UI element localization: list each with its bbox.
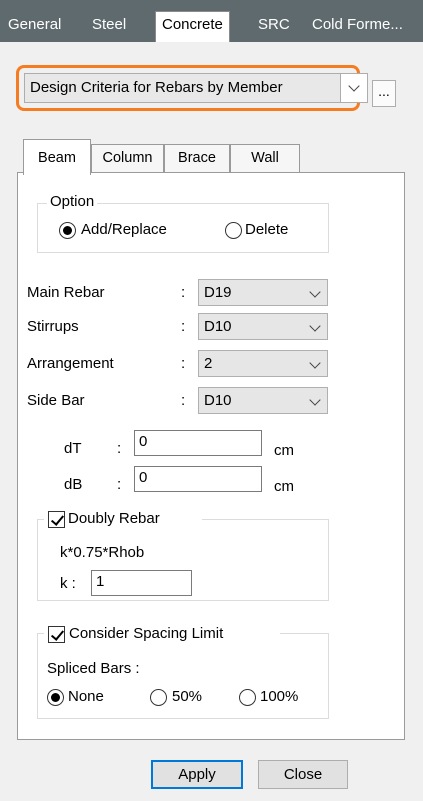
arrangement-label: Arrangement	[27, 355, 114, 372]
chevron-down-icon	[309, 394, 321, 406]
criteria-dropdown[interactable]: Design Criteria for Rebars by Member	[24, 73, 354, 103]
tab-steel[interactable]: Steel	[92, 12, 126, 42]
spliced-100-radio[interactable]	[239, 689, 256, 706]
arrangement-select[interactable]: 2	[198, 350, 328, 377]
db-colon: :	[117, 476, 122, 493]
criteria-dropdown-button[interactable]	[340, 73, 368, 103]
tab-brace[interactable]: Brace	[164, 144, 230, 173]
side-bar-label: Side Bar	[27, 392, 85, 409]
tab-src[interactable]: SRC	[258, 12, 290, 42]
chevron-down-icon	[309, 357, 321, 369]
close-button[interactable]: Close	[258, 760, 348, 789]
top-tab-bar: General Steel Concrete SRC Cold Forme...	[0, 0, 423, 42]
dt-label: dT	[64, 440, 82, 457]
dt-input[interactable]: 0	[134, 430, 262, 456]
arrangement-value: 2	[204, 355, 213, 372]
apply-button[interactable]: Apply	[151, 760, 243, 789]
db-input[interactable]: 0	[134, 466, 262, 492]
more-options-button[interactable]: ...	[372, 80, 396, 107]
dt-colon: :	[117, 440, 122, 457]
db-unit: cm	[274, 478, 294, 495]
stirrups-label: Stirrups	[27, 318, 79, 335]
side-bar-value: D10	[204, 392, 232, 409]
tab-wall[interactable]: Wall	[230, 144, 300, 173]
spliced-none-radio[interactable]	[47, 689, 64, 706]
spacing-limit-label[interactable]: Consider Spacing Limit	[69, 625, 223, 642]
main-rebar-value: D19	[204, 284, 232, 301]
arrangement-colon: :	[181, 355, 186, 372]
spliced-50-radio[interactable]	[150, 689, 167, 706]
add-replace-label[interactable]: Add/Replace	[81, 221, 167, 238]
delete-radio[interactable]	[225, 222, 242, 239]
tab-column[interactable]: Column	[91, 144, 164, 173]
spliced-100-label[interactable]: 100%	[260, 688, 298, 705]
chevron-down-icon	[309, 320, 321, 332]
doubly-rebar-checkbox[interactable]	[48, 511, 65, 528]
spliced-none-label[interactable]: None	[68, 688, 104, 705]
k-label: k :	[60, 575, 76, 592]
db-label: dB	[64, 476, 83, 493]
tab-cold-formed[interactable]: Cold Forme...	[312, 12, 403, 42]
delete-label[interactable]: Delete	[245, 221, 288, 238]
dt-unit: cm	[274, 442, 294, 459]
main-rebar-label: Main Rebar	[27, 284, 105, 301]
doubly-formula: k*0.75*Rhob	[60, 544, 145, 561]
k-input[interactable]: 1	[91, 570, 192, 596]
chevron-down-icon	[348, 80, 360, 92]
tab-concrete[interactable]: Concrete	[155, 11, 230, 42]
spacing-limit-checkbox[interactable]	[48, 626, 65, 643]
doubly-rebar-label[interactable]: Doubly Rebar	[68, 510, 160, 527]
main-rebar-select[interactable]: D19	[198, 279, 328, 306]
side-bar-colon: :	[181, 392, 186, 409]
side-bar-select[interactable]: D10	[198, 387, 328, 414]
add-replace-radio[interactable]	[59, 222, 76, 239]
tab-general[interactable]: General	[8, 12, 61, 42]
spliced-50-label[interactable]: 50%	[172, 688, 202, 705]
stirrups-colon: :	[181, 318, 186, 335]
chevron-down-icon	[309, 286, 321, 298]
stirrups-value: D10	[204, 318, 232, 335]
option-legend: Option	[47, 193, 98, 210]
spliced-bars-label: Spliced Bars :	[47, 660, 140, 677]
tab-beam[interactable]: Beam	[23, 139, 91, 175]
stirrups-select[interactable]: D10	[198, 313, 328, 340]
main-rebar-colon: :	[181, 284, 186, 301]
